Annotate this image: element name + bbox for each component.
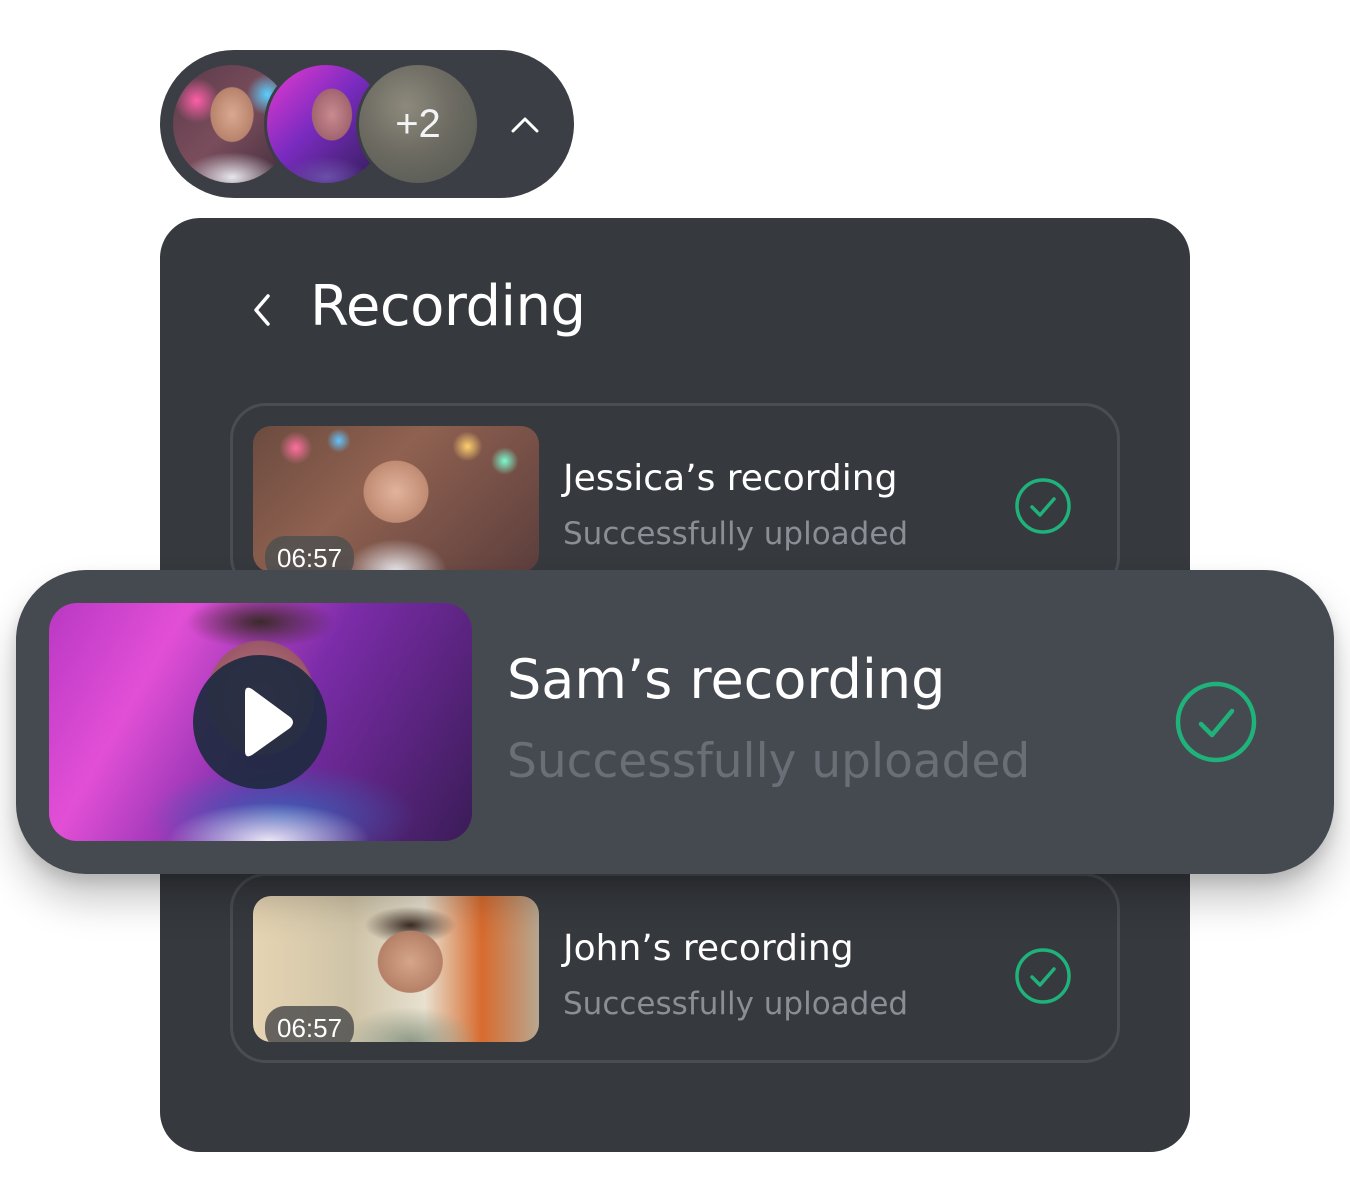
chevron-up-icon[interactable] (505, 106, 545, 146)
recording-name: Jessica’s recording (563, 458, 898, 499)
recording-thumbnail[interactable] (49, 603, 472, 841)
check-circle-icon (1015, 948, 1071, 1004)
play-button[interactable] (193, 655, 327, 789)
page-title: Recording (310, 274, 586, 339)
check-circle-icon (1015, 478, 1071, 534)
recording-name: John’s recording (563, 928, 854, 969)
recording-status: Successfully uploaded (563, 516, 909, 552)
duration-badge: 06:57 (265, 1006, 355, 1042)
chevron-left-icon[interactable] (244, 288, 280, 332)
recording-status: Successfully uploaded (563, 986, 909, 1022)
recording-thumbnail[interactable]: 06:57 (253, 896, 539, 1042)
recording-card-sam[interactable]: Sam’s recording Successfully uploaded (16, 570, 1334, 874)
duration-badge: 06:57 (265, 536, 355, 572)
recording-card-john[interactable]: 06:57 John’s recording Successfully uplo… (230, 873, 1120, 1063)
more-participants[interactable]: +2 (356, 62, 480, 186)
recording-card-jessica[interactable]: 06:57 Jessica’s recording Successfully u… (230, 403, 1120, 593)
check-circle-icon (1175, 681, 1257, 763)
recording-status: Successfully uploaded (507, 734, 1031, 789)
play-icon (245, 687, 293, 757)
participants-pill[interactable]: +2 (160, 50, 574, 198)
recording-thumbnail[interactable]: 06:57 (253, 426, 539, 572)
recording-name: Sam’s recording (507, 648, 946, 711)
